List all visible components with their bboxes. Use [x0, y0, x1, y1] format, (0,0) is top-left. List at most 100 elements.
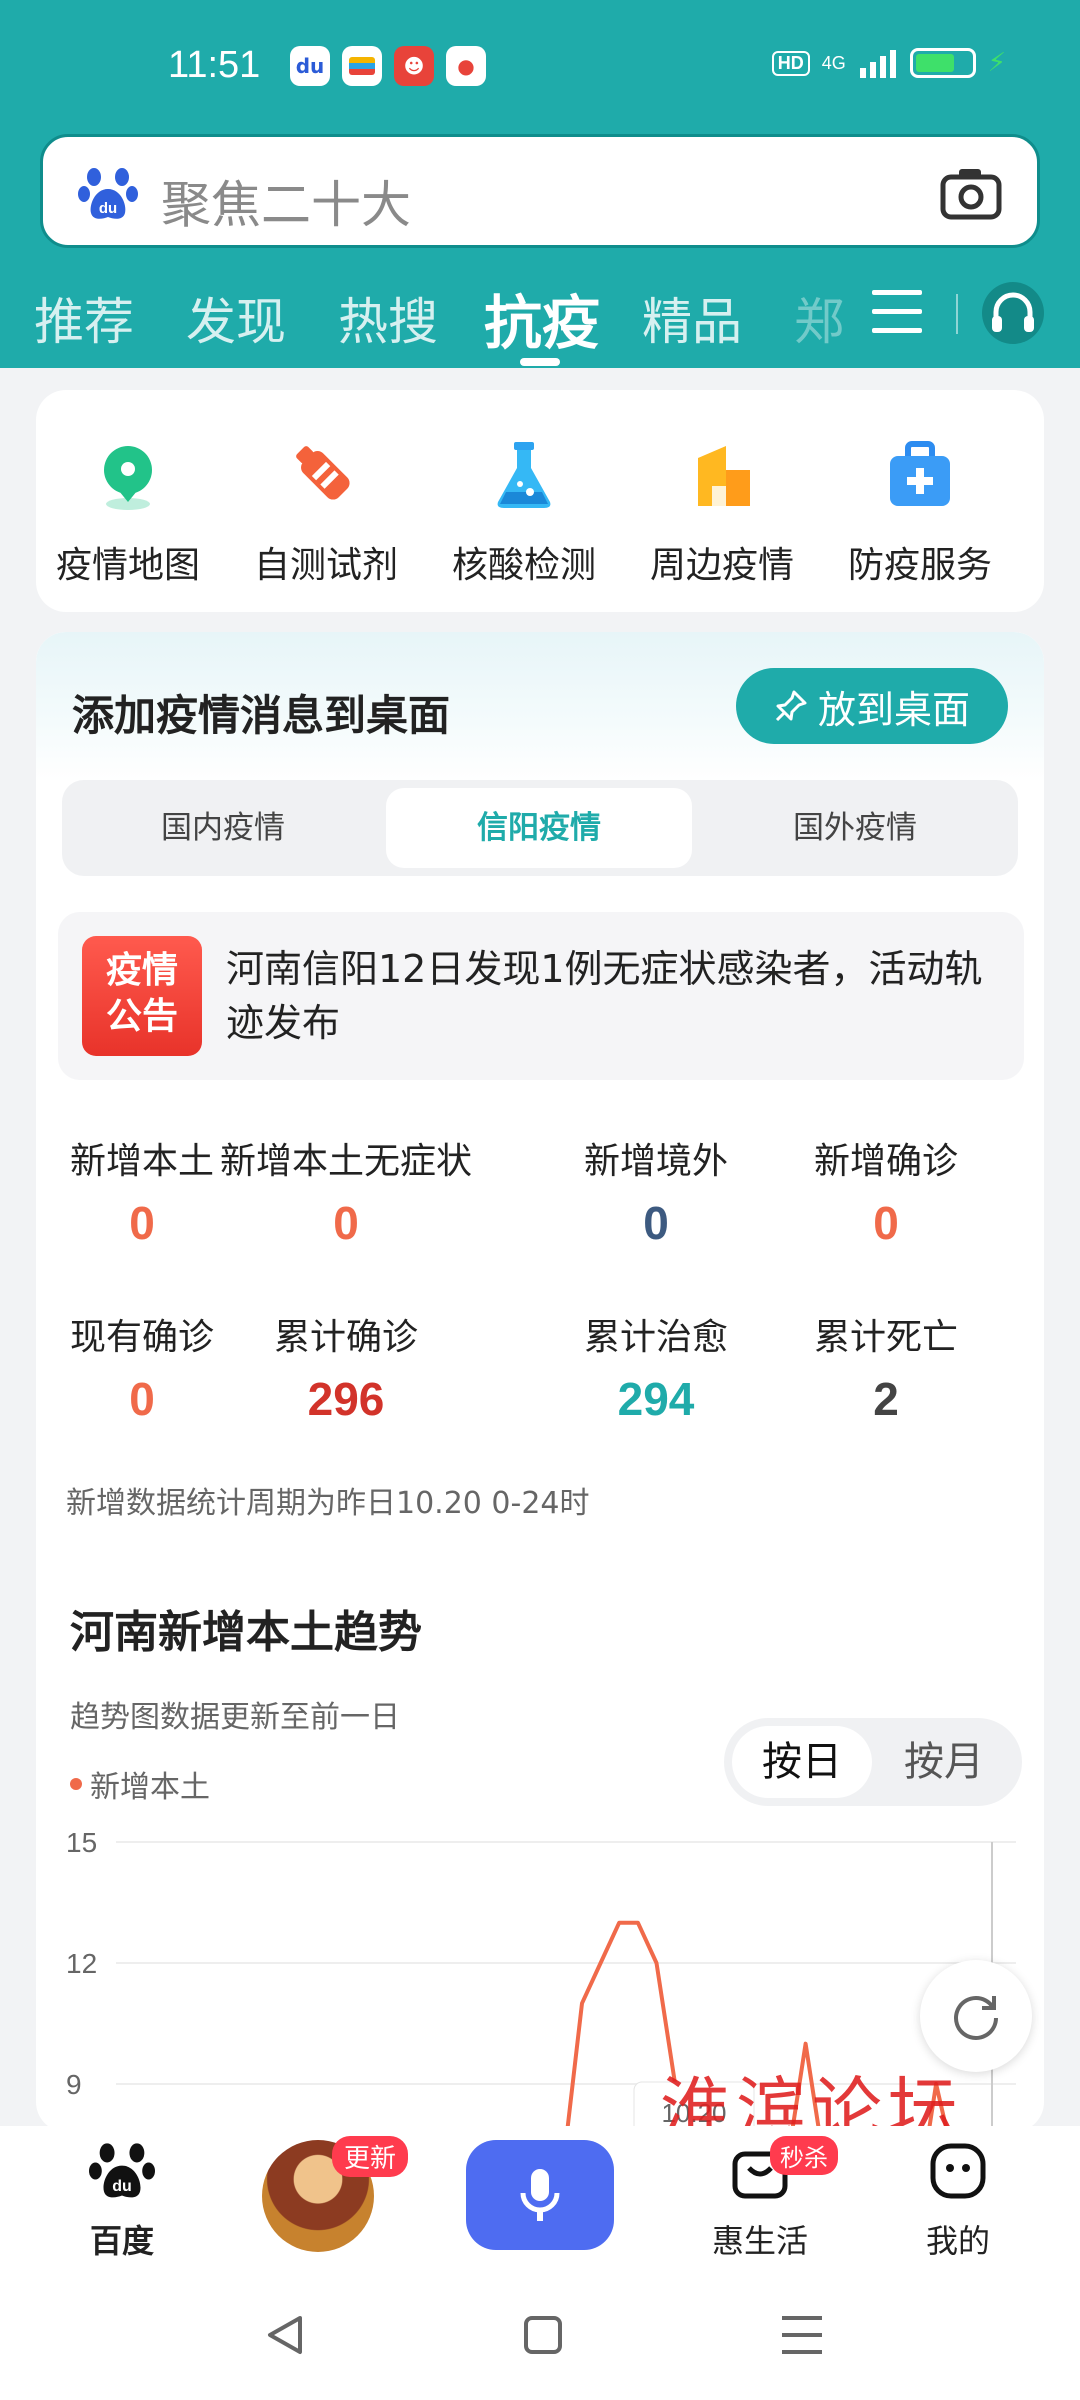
tab-indicator	[520, 358, 560, 366]
network-type: 4G	[821, 52, 846, 73]
entry-nearby-epidemic[interactable]: 周边疫情	[632, 436, 812, 588]
entry-nucleic-test[interactable]: 核酸检测	[434, 436, 614, 588]
entry-epidemic-map[interactable]: 疫情地图	[38, 436, 218, 588]
stat-value: 0	[643, 1197, 669, 1249]
stat-value: 0	[873, 1197, 899, 1249]
toggle-by-day[interactable]: 按日	[732, 1726, 872, 1798]
svg-text:du: du	[99, 200, 117, 217]
epidemic-notice[interactable]: 疫情 公告 河南信阳12日发现1例无症状感染者，活动轨迹发布	[58, 912, 1024, 1080]
chart-legend: 新增本土	[70, 1762, 210, 1806]
update-badge: 更新	[332, 2136, 409, 2177]
stat-label: 新增确诊	[813, 1141, 958, 1182]
nav-label: 百度	[89, 2222, 154, 2260]
entry-label: 防疫服务	[847, 545, 992, 586]
tab-zhengzhou[interactable]: 郑	[794, 282, 844, 354]
stat-new-imported: 新增境外 0	[556, 1132, 756, 1250]
trend-subtitle: 趋势图数据更新至前一日	[70, 1700, 400, 1735]
divider	[956, 294, 958, 334]
stat-value: 296	[307, 1373, 385, 1425]
entry-label: 自测试剂	[253, 545, 398, 586]
top-header: 11:51 du ☻ ● HD 4G ⚡ du 聚焦二十大 推荐 发现 热搜 抗…	[0, 0, 1080, 368]
period-toggle: 按日 按月	[724, 1718, 1022, 1806]
hd-indicator: HD	[771, 50, 810, 76]
camera-icon[interactable]	[939, 163, 1003, 223]
baidu-notification-icon: du	[290, 46, 330, 86]
y-tick-label: 15	[66, 1827, 97, 1858]
status-bar: 11:51 du ☻ ● HD 4G ⚡	[0, 0, 1080, 130]
tab-domestic[interactable]: 国内疫情	[70, 788, 376, 868]
refresh-icon	[954, 1996, 998, 2040]
robot-notification-icon: ☻	[394, 46, 434, 86]
tab-overseas[interactable]: 国外疫情	[702, 788, 1008, 868]
nav-baidu[interactable]: du 百度	[42, 2138, 202, 2262]
tab-recommend[interactable]: 推荐	[34, 282, 134, 354]
profile-face-icon	[930, 2143, 986, 2199]
wallet-notification-icon	[342, 46, 382, 86]
stat-label: 累计治愈	[583, 1317, 728, 1358]
add-to-desktop-button[interactable]: 放到桌面	[736, 668, 1008, 744]
home-icon[interactable]	[524, 2316, 562, 2354]
stat-total-deaths: 累计死亡 2	[776, 1308, 996, 1426]
test-kit-icon	[296, 446, 350, 500]
stat-new-local-asymptomatic: 新增本土无症状 0	[186, 1132, 506, 1250]
stats-footnote: 新增数据统计周期为昨日10.20 0-24时	[66, 1486, 590, 1521]
y-tick-label: 9	[66, 2069, 82, 2100]
nav-label: 我的	[925, 2222, 990, 2260]
region-selector: 国内疫情 信阳疫情 国外疫情	[62, 780, 1018, 876]
status-right: HD 4G ⚡	[771, 48, 1006, 78]
toggle-by-month[interactable]: 按月	[874, 1726, 1014, 1798]
entry-label: 核酸检测	[451, 545, 596, 586]
legend-dot	[70, 1778, 82, 1790]
svg-text:du: du	[112, 2178, 132, 2195]
channel-tabs: 推荐 发现 热搜 抗疫 精品 郑	[0, 270, 1080, 368]
charging-icon: ⚡	[987, 48, 1006, 78]
tab-premium[interactable]: 精品	[642, 282, 742, 354]
flask-icon	[497, 442, 551, 508]
entry-prevention-service[interactable]: 防疫服务	[830, 436, 1010, 588]
epidemic-info-card: 添加疫情消息到桌面 放到桌面 国内疫情 信阳疫情 国外疫情 疫情 公告 河南信阳…	[36, 632, 1044, 2132]
stat-value: 294	[617, 1373, 695, 1425]
stat-new-confirmed: 新增确诊 0	[776, 1132, 996, 1250]
battery-icon	[909, 48, 976, 78]
trend-title: 河南新增本土趋势	[70, 1607, 422, 1658]
add-to-desktop-label: 放到桌面	[817, 687, 970, 732]
tab-xinyang[interactable]: 信阳疫情	[386, 788, 692, 868]
buildings-icon	[698, 446, 750, 506]
tab-hot-search[interactable]: 热搜	[338, 282, 438, 354]
map-notification-icon: ●	[446, 46, 486, 86]
system-navigation	[268, 2316, 822, 2354]
clock: 11:51	[168, 44, 261, 86]
quick-entry-card: 疫情地图 自测试剂 核酸检测 周边疫情 防疫服务	[36, 390, 1044, 612]
stat-total-cured: 累计治愈 294	[556, 1308, 756, 1426]
nav-label: 惠生活	[711, 2222, 808, 2260]
recent-apps-icon[interactable]	[782, 2316, 822, 2354]
search-placeholder[interactable]: 聚焦二十大	[161, 165, 411, 237]
flash-sale-badge: 秒杀	[770, 2136, 838, 2175]
back-icon[interactable]	[268, 2316, 302, 2354]
nav-mine[interactable]: 我的	[878, 2138, 1038, 2262]
stat-label: 新增境外	[583, 1141, 728, 1182]
stat-label: 新增本土无症状	[219, 1141, 472, 1182]
notice-badge: 疫情 公告	[82, 936, 202, 1056]
entry-self-test-kit[interactable]: 自测试剂	[236, 436, 416, 588]
microphone-icon	[520, 2169, 560, 2221]
pin-icon	[775, 690, 807, 722]
stat-total-confirmed: 累计确诊 296	[186, 1308, 506, 1426]
headphone-icon[interactable]	[980, 280, 1046, 346]
stat-value: 0	[333, 1197, 359, 1249]
map-pin-icon	[104, 446, 152, 510]
widget-banner: 添加疫情消息到桌面 放到桌面	[36, 632, 1044, 782]
menu-icon[interactable]	[872, 290, 922, 336]
tab-anti-epidemic[interactable]: 抗疫	[484, 276, 600, 360]
legend-label: 新增本土	[90, 1770, 210, 1805]
medical-bag-icon	[890, 441, 950, 506]
stat-label: 累计确诊	[273, 1317, 418, 1358]
stat-label: 累计死亡	[813, 1317, 958, 1358]
notice-text: 河南信阳12日发现1例无症状感染者，活动轨迹发布	[226, 947, 983, 1045]
signal-icon	[859, 50, 896, 78]
stat-value: 2	[873, 1373, 899, 1425]
search-box[interactable]: du 聚焦二十大	[40, 134, 1040, 248]
notification-icons: du ☻ ●	[290, 46, 486, 86]
voice-search-button[interactable]	[466, 2140, 614, 2250]
tab-discover[interactable]: 发现	[186, 282, 286, 354]
